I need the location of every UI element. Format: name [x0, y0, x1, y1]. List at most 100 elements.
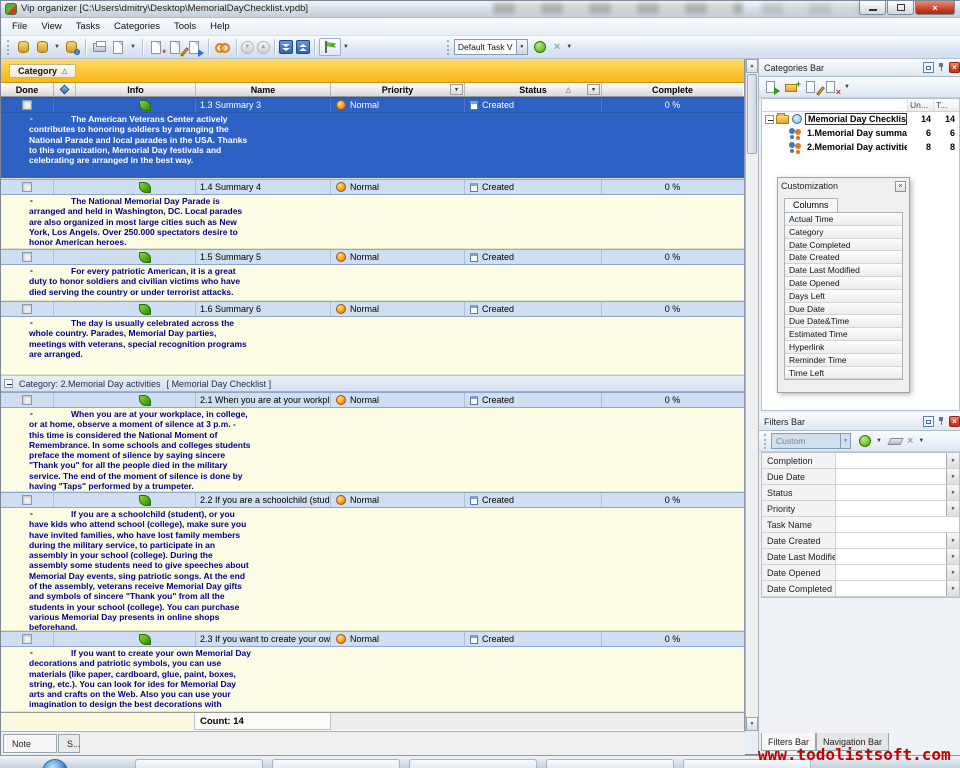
group-by-category-chip[interactable]: Category △ — [9, 64, 76, 78]
done-checkbox[interactable] — [22, 495, 32, 505]
column-option[interactable]: Category — [785, 226, 902, 239]
print-preview-button[interactable] — [110, 39, 127, 56]
task-description[interactable]: If you are a schoolchild (student), or y… — [1, 508, 744, 631]
filter-value[interactable] — [836, 517, 959, 532]
done-checkbox[interactable] — [22, 252, 32, 262]
remove-filter-button[interactable]: × — [907, 435, 913, 447]
column-option[interactable]: Time Left — [785, 367, 902, 380]
clear-view-button[interactable]: × — [554, 41, 560, 53]
filter-dropdown[interactable]: ▼ — [946, 533, 959, 548]
edit-task-button[interactable] — [167, 39, 184, 56]
filter-dropdown[interactable]: ▼ — [946, 565, 959, 580]
new-category-list-button[interactable] — [764, 80, 780, 95]
delete-category-button[interactable]: × — [824, 80, 840, 95]
done-checkbox[interactable] — [22, 395, 32, 405]
filter-dropdown[interactable]: ▼ — [946, 453, 959, 468]
go-flag-button[interactable] — [319, 38, 341, 56]
scroll-down-button[interactable]: ▼ — [746, 717, 758, 731]
filter-value[interactable] — [836, 581, 946, 596]
combo-arrow-icon[interactable]: ▼ — [516, 40, 527, 54]
status-filter-dropdown[interactable]: ▼ — [587, 84, 600, 95]
apply-filter-button[interactable] — [856, 433, 873, 450]
filter-value[interactable] — [836, 469, 946, 484]
filter-value[interactable] — [836, 565, 946, 580]
priority-filter-dropdown[interactable]: ▼ — [450, 84, 463, 95]
tab-more[interactable]: S... — [58, 734, 80, 753]
categories-close-button[interactable]: × — [949, 62, 960, 73]
taskbar-button[interactable] — [272, 759, 400, 768]
menu-help[interactable]: Help — [203, 19, 237, 34]
view-task-button[interactable] — [214, 39, 231, 56]
print-dropdown-icon[interactable]: ▼ — [130, 44, 136, 50]
task-row[interactable]: 1.6 Summary 6 Normal Created 0 % — [1, 301, 744, 317]
column-option[interactable]: Days Left — [785, 290, 902, 303]
column-header-name[interactable]: Name — [196, 83, 331, 96]
column-option[interactable]: Date Opened — [785, 277, 902, 290]
task-view-combo[interactable]: Default Task V ▼ — [454, 39, 528, 55]
filters-close-button[interactable]: × — [949, 416, 960, 427]
maximize-button[interactable] — [887, 1, 914, 15]
taskbar-button[interactable] — [135, 759, 263, 768]
filter-dropdown[interactable]: ▼ — [946, 501, 959, 516]
minimize-button[interactable] — [859, 1, 886, 15]
filter-value[interactable] — [836, 501, 946, 516]
open-dropdown-icon[interactable]: ▼ — [54, 44, 60, 50]
filters-toolbar-dropdown-icon[interactable]: ▼ — [918, 438, 924, 444]
filter-value[interactable] — [836, 453, 946, 468]
expand-all-button[interactable] — [279, 40, 293, 54]
tab-columns[interactable]: Columns — [784, 198, 838, 212]
filters-pin-button[interactable] — [936, 416, 947, 427]
column-option[interactable]: Hyperlink — [785, 341, 902, 354]
column-unread[interactable]: Un... — [907, 99, 933, 111]
category-group-row[interactable]: Category: 2.Memorial Day activities [ Me… — [1, 375, 744, 392]
categories-toolbar-dropdown-icon[interactable]: ▼ — [844, 84, 850, 90]
done-checkbox[interactable] — [22, 100, 32, 110]
column-header-priority[interactable]: Priority▼ — [331, 83, 465, 96]
filter-value[interactable] — [836, 485, 946, 500]
customization-close-button[interactable]: × — [895, 181, 906, 192]
taskbar-button[interactable] — [546, 759, 674, 768]
scroll-up-button[interactable]: ▲ — [746, 59, 758, 73]
new-category-button[interactable]: + — [784, 80, 800, 95]
column-header-attachment[interactable] — [54, 83, 76, 96]
task-row[interactable]: 1.4 Summary 4 Normal Created 0 % — [1, 179, 744, 195]
new-database-button[interactable] — [15, 39, 32, 56]
collapse-all-button[interactable] — [296, 40, 310, 54]
categories-float-button[interactable] — [923, 62, 934, 73]
collapse-group-icon[interactable] — [4, 379, 13, 388]
new-task-button[interactable]: * — [148, 39, 165, 56]
filters-float-button[interactable] — [923, 416, 934, 427]
menu-tasks[interactable]: Tasks — [69, 19, 107, 34]
filter-preset-combo[interactable]: Custom▼ — [771, 433, 851, 449]
task-description[interactable]: The National Memorial Day Parade is arra… — [1, 195, 744, 249]
tree-item-row[interactable]: 1.Memorial Day summary 66 — [762, 126, 959, 140]
column-total[interactable]: T... — [933, 99, 959, 111]
task-row[interactable]: 2.1 When you are at your workplace, Norm… — [1, 392, 744, 408]
apply-filter-dropdown-icon[interactable]: ▼ — [876, 438, 882, 444]
done-checkbox[interactable] — [22, 634, 32, 644]
open-database-button[interactable] — [34, 39, 51, 56]
flag-dropdown-icon[interactable]: ▼ — [343, 44, 349, 50]
taskbar-button[interactable] — [409, 759, 537, 768]
task-description[interactable]: For every patriotic American, it is a gr… — [1, 265, 744, 301]
filter-dropdown[interactable]: ▼ — [946, 581, 959, 596]
task-row[interactable]: 2.3 If you want to create your own Norma… — [1, 631, 744, 647]
column-option[interactable]: Date Last Modified — [785, 264, 902, 277]
duplicate-task-button[interactable] — [186, 39, 203, 56]
task-row[interactable]: 1.5 Summary 5 Normal Created 0 % — [1, 249, 744, 265]
edit-category-button[interactable] — [804, 80, 820, 95]
collapse-tree-icon[interactable] — [765, 115, 774, 124]
task-description[interactable]: When you are at your workplace, in colle… — [1, 408, 744, 492]
menu-categories[interactable]: Categories — [107, 19, 167, 34]
categories-pin-button[interactable] — [936, 62, 947, 73]
column-option[interactable]: Due Date&Time — [785, 315, 902, 328]
column-option[interactable]: Reminder Time — [785, 354, 902, 367]
backup-database-button[interactable] — [63, 39, 80, 56]
menu-file[interactable]: File — [5, 19, 34, 34]
clear-filter-icon[interactable] — [887, 438, 903, 445]
filter-dropdown[interactable]: ▼ — [946, 469, 959, 484]
column-header-status[interactable]: Status△▼ — [465, 83, 602, 96]
filter-value[interactable] — [836, 549, 946, 564]
tree-root-row[interactable]: Memorial Day Checklist 1414 — [762, 112, 959, 126]
combo-arrow-icon[interactable]: ▼ — [840, 434, 850, 448]
